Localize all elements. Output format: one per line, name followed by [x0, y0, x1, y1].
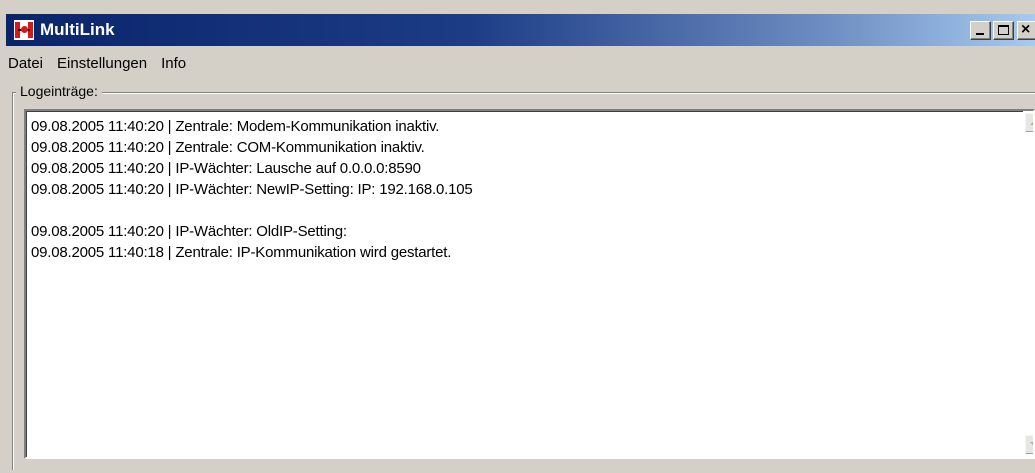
log-entry[interactable]: 09.08.2005 11:40:20 | IP-Wächter: Lausch…: [31, 158, 991, 179]
log-entry[interactable]: 09.08.2005 11:40:20 | IP-Wächter: NewIP-…: [31, 179, 991, 200]
log-entry-blank[interactable]: [31, 200, 991, 221]
scroll-up-button[interactable]: [1025, 113, 1033, 132]
menu-einstellungen[interactable]: Einstellungen: [50, 52, 154, 76]
close-icon: ×: [1021, 21, 1031, 38]
log-entry[interactable]: 09.08.2005 11:40:20 | Zentrale: COM-Komm…: [31, 137, 991, 158]
log-entry[interactable]: 09.08.2005 11:40:20 | IP-Wächter: OldIP-…: [31, 221, 991, 242]
minimize-button[interactable]: [970, 21, 991, 40]
menu-info[interactable]: Info: [154, 52, 193, 76]
multilink-app-icon[interactable]: [14, 20, 34, 40]
log-lines: 09.08.2005 11:40:20 | Zentrale: Modem-Ko…: [31, 116, 991, 263]
log-entry[interactable]: 09.08.2005 11:40:20 | Zentrale: Modem-Ko…: [31, 116, 991, 137]
window-title: MultiLink: [40, 20, 115, 39]
vertical-scrollbar[interactable]: [1023, 111, 1033, 457]
scroll-up-arrow-icon: [1030, 120, 1033, 125]
menu-bar: Datei Einstellungen Info: [6, 52, 193, 76]
minimize-icon: [976, 33, 984, 35]
maximize-button[interactable]: [993, 21, 1014, 40]
log-group-label: Logeinträge:: [16, 82, 102, 100]
maximize-icon: [998, 25, 1009, 35]
scroll-down-button[interactable]: [1025, 435, 1033, 454]
close-button[interactable]: ×: [1017, 21, 1035, 40]
title-bar[interactable]: MultiLink ×: [6, 14, 1035, 46]
log-entry[interactable]: 09.08.2005 11:40:18 | Zentrale: IP-Kommu…: [31, 242, 991, 263]
log-listbox[interactable]: 09.08.2005 11:40:20 | Zentrale: Modem-Ko…: [24, 109, 1035, 459]
scroll-down-arrow-icon: [1030, 442, 1033, 447]
menu-datei[interactable]: Datei: [6, 52, 50, 76]
multilink-window: MultiLink × Datei Einstellungen Info Log…: [0, 0, 1035, 473]
